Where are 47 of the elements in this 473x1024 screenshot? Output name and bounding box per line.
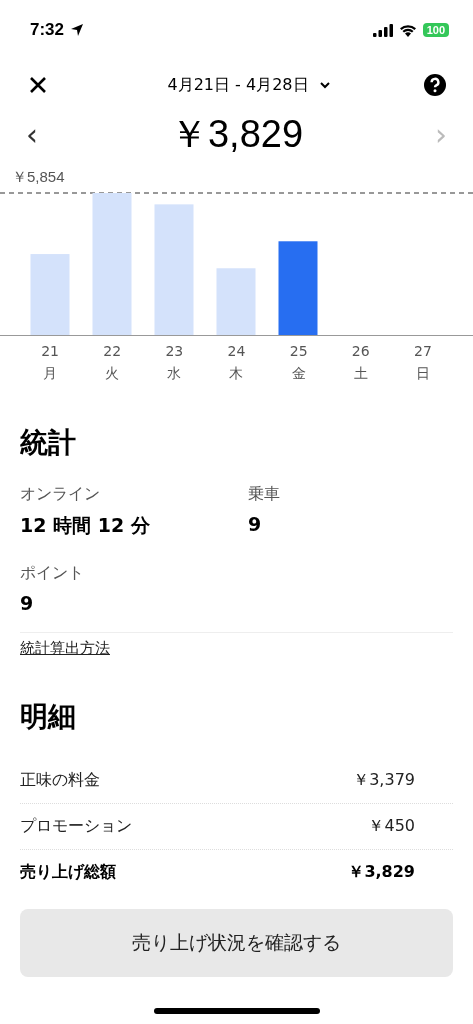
max-earnings-label: ￥5,854 xyxy=(11,168,66,186)
caret-icon xyxy=(318,81,331,89)
weekday-label: 日 xyxy=(414,364,431,383)
weekday-label: 月 xyxy=(42,364,59,383)
day-number: 27 xyxy=(413,342,433,361)
view-earnings-button[interactable]: 売り上げ状況を確認する xyxy=(20,909,453,977)
clock-time: 7:32 xyxy=(30,20,65,40)
stat-label: オンライン xyxy=(20,484,101,505)
wifi-icon xyxy=(398,23,417,37)
location-arrow-icon xyxy=(70,23,85,37)
day-bar[interactable] xyxy=(278,241,318,335)
signal-icon xyxy=(372,23,393,37)
stat-label: ポイント xyxy=(20,563,85,584)
day-bar[interactable] xyxy=(30,254,70,335)
weekday-label: 火 xyxy=(104,364,121,383)
help-icon[interactable] xyxy=(423,73,447,97)
breakdown-amount: ￥3,829 xyxy=(348,862,415,883)
day-number: 24 xyxy=(226,342,247,361)
previous-week-button[interactable]: ‹ xyxy=(22,116,42,152)
breakdown-amount: ￥450 xyxy=(368,816,415,837)
day-number: 23 xyxy=(164,342,185,361)
stat-value: 9 xyxy=(248,513,263,535)
day-number: 26 xyxy=(350,342,371,361)
stat-value: 9 xyxy=(20,592,35,614)
day-number: 22 xyxy=(102,342,123,361)
stats-method-link[interactable]: 統計算出方法 xyxy=(20,639,110,657)
weekday-label: 金 xyxy=(290,364,307,383)
breakdown-amount: ￥3,379 xyxy=(353,770,415,791)
date-range-dropdown[interactable]: 4月21日 - 4月28日 xyxy=(167,74,331,96)
day-bar[interactable] xyxy=(216,268,256,335)
weekday-label: 水 xyxy=(166,364,183,383)
battery-level: 100 xyxy=(422,23,449,37)
breakdown-label: 売り上げ総額 xyxy=(20,862,116,883)
day-number: 21 xyxy=(40,342,60,361)
day-bar[interactable] xyxy=(154,204,194,335)
day-bar[interactable] xyxy=(92,193,132,335)
stat-label: 乗車 xyxy=(248,484,281,505)
stat-value: 12 時間 12 分 xyxy=(20,513,151,538)
day-number: 25 xyxy=(288,342,309,361)
breakdown-label: プロモーション xyxy=(20,816,132,837)
total-earnings: ￥3,829 xyxy=(169,111,304,157)
close-icon[interactable] xyxy=(29,76,47,94)
weekday-label: 木 xyxy=(228,364,245,383)
weekday-label: 土 xyxy=(352,364,369,383)
section-heading: 明細 xyxy=(20,699,77,735)
breakdown-label: 正味の料金 xyxy=(20,770,100,791)
section-heading: 統計 xyxy=(20,425,77,461)
